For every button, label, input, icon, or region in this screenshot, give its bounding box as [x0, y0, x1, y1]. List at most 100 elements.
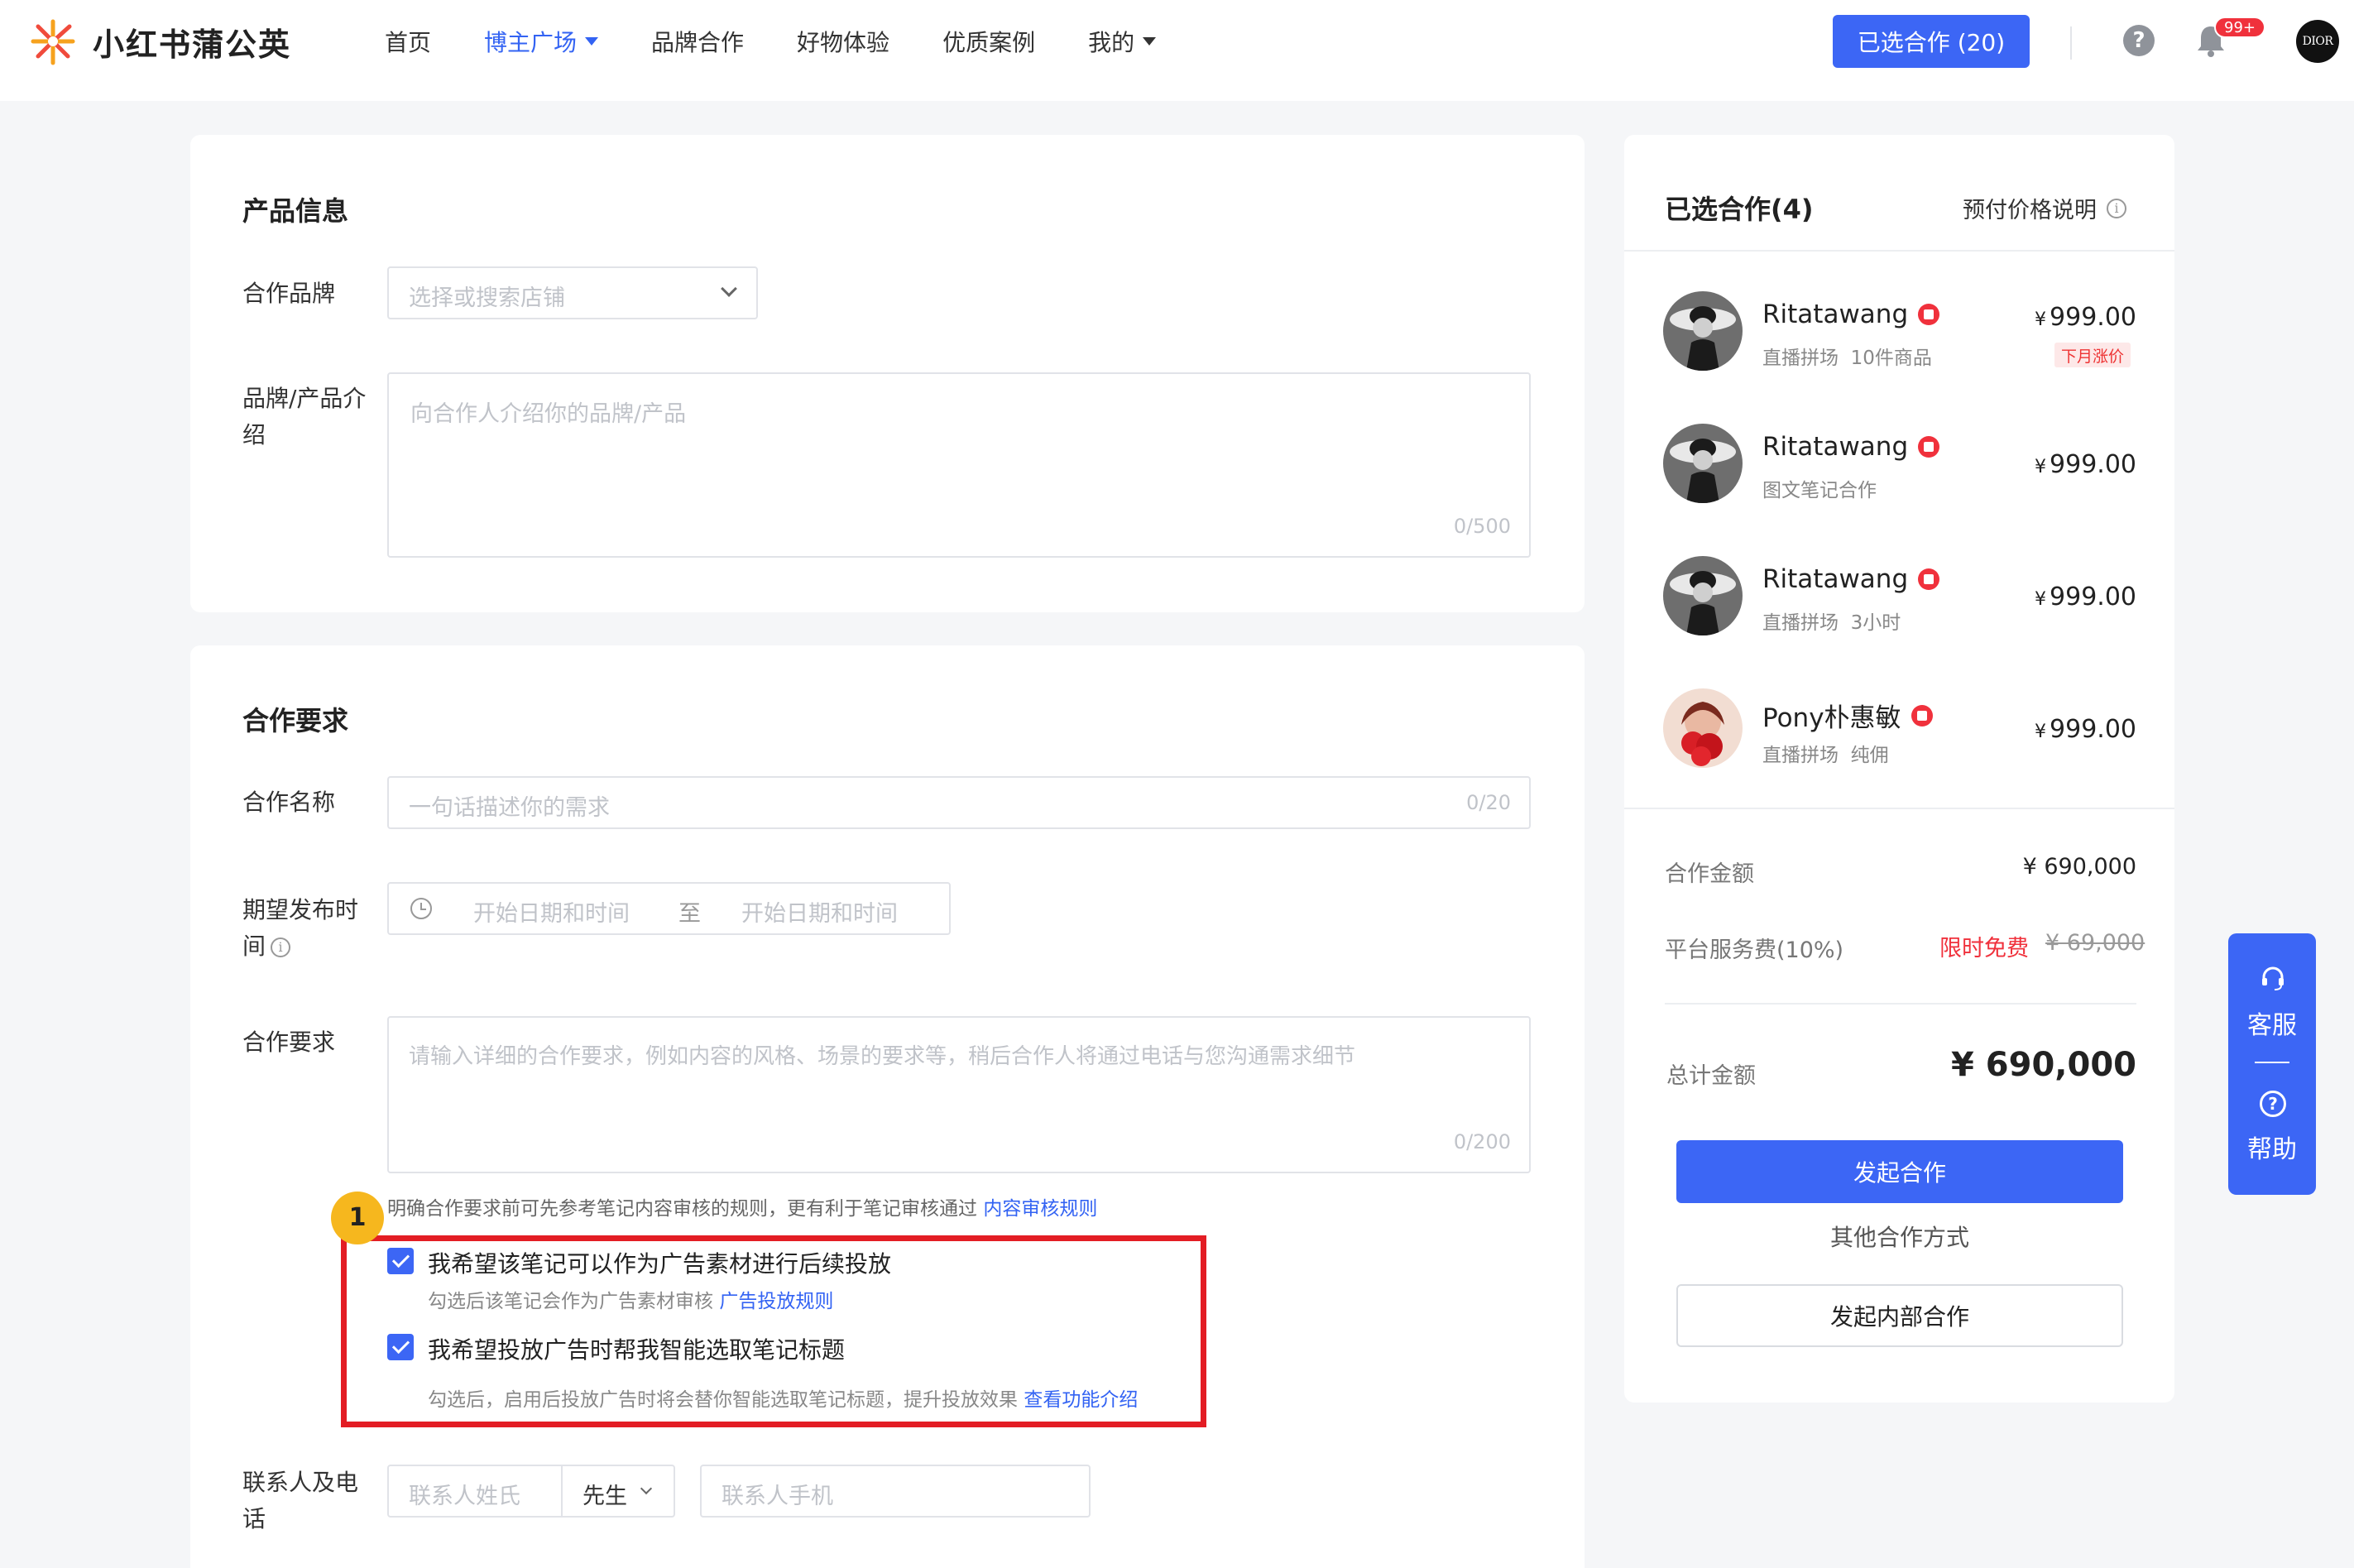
partner-price: ¥999.00	[1971, 303, 2136, 332]
partner-detail: 图文笔记合作	[1762, 474, 1877, 502]
partner-avatar[interactable]	[1663, 556, 1743, 635]
nav-cases[interactable]: 优质案例	[942, 25, 1035, 58]
partner-detail: 直播拼场 10件商品	[1762, 342, 1932, 370]
nav-home[interactable]: 首页	[385, 25, 431, 58]
ad-material-label[interactable]: 我希望该笔记可以作为广告素材进行后续投放	[428, 1246, 891, 1279]
intro-placeholder: 向合作人介绍你的品牌/产品	[410, 401, 687, 427]
help-button[interactable]: 帮助	[2228, 1129, 2316, 1165]
contact-phone-input[interactable]: 联系人手机	[700, 1465, 1091, 1518]
brand-logo[interactable]: 小红书蒲公英	[28, 17, 291, 66]
partner-extra: 10件商品	[1850, 348, 1932, 369]
coop-name-input[interactable]: 一句话描述你的需求 0/20	[387, 776, 1531, 829]
feature-intro-link[interactable]: 查看功能介绍	[1024, 1389, 1138, 1411]
ad-material-sub: 勾选后该笔记会作为广告素材审核 广告投放规则	[428, 1285, 833, 1313]
currency-symbol: ¥	[2035, 722, 2047, 742]
coop-req-counter: 0/200	[1453, 1130, 1511, 1153]
nav-blogger-square-label: 博主广场	[484, 29, 578, 56]
red-store-icon	[1918, 304, 1940, 325]
coop-req-textarea[interactable]: 请输入详细的合作要求，例如内容的风格、场景的要求等，稍后合作人将通过电话与您沟通…	[387, 1016, 1531, 1173]
partner-name-text: Ritatawang	[1762, 432, 1909, 462]
partner-extra: 3小时	[1850, 612, 1901, 634]
price-up-tag: 下月涨价	[2054, 343, 2131, 367]
selected-coop-title: 已选合作(4)	[1665, 194, 1814, 225]
end-time-placeholder[interactable]: 开始日期和时间	[741, 895, 898, 928]
info-icon[interactable]: i	[271, 937, 291, 957]
partner-type: 图文笔记合作	[1762, 480, 1877, 501]
step-badge: 1	[331, 1192, 384, 1244]
review-hint: 明确合作要求前可先参考笔记内容审核的规则，更有利于笔记审核通过 内容审核规则	[387, 1192, 1097, 1220]
help-icon[interactable]: ?	[2123, 25, 2155, 56]
ad-rules-link[interactable]: 广告投放规则	[719, 1291, 833, 1312]
partner-price-value: 999.00	[2050, 583, 2136, 611]
nav-brand-coop[interactable]: 品牌合作	[651, 25, 744, 58]
info-icon: i	[2107, 198, 2126, 218]
start-time-placeholder[interactable]: 开始日期和时间	[473, 895, 630, 928]
smart-title-checkbox[interactable]	[387, 1334, 414, 1360]
ad-material-checkbox[interactable]	[387, 1248, 414, 1274]
customer-service-button[interactable]: 客服	[2228, 1005, 2316, 1041]
red-store-icon	[1918, 568, 1940, 590]
floating-support-panel: 客服 ? 帮助	[2228, 933, 2316, 1195]
salutation-select[interactable]: 先生	[583, 1478, 627, 1510]
partner-extra: 纯佣	[1850, 745, 1889, 766]
intro-textarea[interactable]: 向合作人介绍你的品牌/产品 0/500	[387, 372, 1531, 558]
nav-blogger-square[interactable]: 博主广场	[484, 25, 599, 58]
nav-product-trial[interactable]: 好物体验	[797, 25, 889, 58]
currency-symbol: ¥	[2035, 457, 2047, 477]
partner-name-text: Ritatawang	[1762, 300, 1909, 329]
intro-field-label: 品牌/产品介绍	[242, 385, 367, 448]
requirements-section-title: 合作要求	[242, 705, 349, 736]
ad-material-sub-text: 勾选后该笔记会作为广告素材审核	[428, 1291, 713, 1312]
partner-name: Pony朴惠敏	[1762, 697, 1933, 734]
smart-title-label[interactable]: 我希望投放广告时帮我智能选取笔记标题	[428, 1332, 845, 1365]
publish-time-range[interactable]: 开始日期和时间 至 开始日期和时间	[387, 882, 951, 935]
review-rules-link[interactable]: 内容审核规则	[983, 1198, 1097, 1220]
partner-avatar[interactable]	[1663, 291, 1743, 371]
dandelion-logo-icon	[31, 19, 75, 65]
notification-badge: 99+	[2214, 17, 2265, 38]
internal-coop-button[interactable]: 发起内部合作	[1676, 1284, 2123, 1347]
float-separator	[2255, 1062, 2289, 1063]
nav-product-trial-label: 好物体验	[797, 29, 890, 56]
main-nav: 首页 博主广场 品牌合作 好物体验 优质案例 我的	[385, 25, 1209, 58]
amount-value: ¥ 690,000	[2022, 854, 2136, 880]
partner-avatar[interactable]	[1663, 424, 1743, 503]
partner-name-text: Pony朴惠敏	[1762, 703, 1901, 733]
review-hint-text: 明确合作要求前可先参考笔记内容审核的规则，更有利于笔记审核通过	[387, 1198, 977, 1220]
partner-name: Ritatawang	[1762, 564, 1940, 594]
partner-price: ¥999.00	[1971, 583, 2136, 611]
nav-cases-label: 优质案例	[942, 29, 1036, 56]
contact-name-placeholder[interactable]: 联系人姓氏	[409, 1478, 520, 1510]
other-ways-label: 其他合作方式	[1829, 1224, 1969, 1251]
nav-mine-label: 我的	[1088, 29, 1135, 56]
price-note[interactable]: 预付价格说明 i	[1963, 192, 2126, 224]
nav-home-label: 首页	[385, 29, 432, 56]
brand-select-placeholder: 选择或搜索店铺	[409, 285, 565, 311]
side-divider	[1624, 250, 2174, 252]
contact-label: 联系人及电话	[242, 1469, 359, 1532]
partner-name-text: Ritatawang	[1762, 564, 1909, 594]
partner-name: Ritatawang	[1762, 300, 1940, 329]
partner-price-value: 999.00	[2050, 303, 2136, 332]
nav-brand-coop-label: 品牌合作	[651, 29, 745, 56]
header-divider	[2070, 26, 2072, 60]
partner-avatar[interactable]	[1663, 688, 1743, 768]
product-section-title: 产品信息	[242, 195, 349, 227]
chevron-down-icon	[585, 37, 599, 46]
start-coop-button[interactable]: 发起合作	[1676, 1140, 2123, 1203]
nav-mine[interactable]: 我的	[1088, 25, 1157, 58]
publish-time-label-text: 期望发布时间	[242, 896, 359, 960]
brand-select[interactable]: 选择或搜索店铺	[387, 266, 758, 319]
chevron-down-icon	[1143, 37, 1157, 46]
currency-symbol: ¥	[2035, 309, 2047, 330]
partner-detail: 直播拼场 3小时	[1762, 607, 1901, 635]
partner-type: 直播拼场	[1762, 348, 1839, 369]
selected-coop-button[interactable]: 已选合作 (20)	[1833, 15, 2030, 68]
partner-detail: 直播拼场 纯佣	[1762, 739, 1889, 767]
price-note-text: 预付价格说明	[1963, 198, 2097, 223]
side-divider	[1624, 808, 2174, 809]
partner-type: 直播拼场	[1762, 612, 1839, 634]
user-avatar[interactable]: DIOR	[2296, 20, 2339, 63]
coop-name-counter: 0/20	[1466, 791, 1511, 814]
coop-name-placeholder: 一句话描述你的需求	[409, 795, 610, 821]
